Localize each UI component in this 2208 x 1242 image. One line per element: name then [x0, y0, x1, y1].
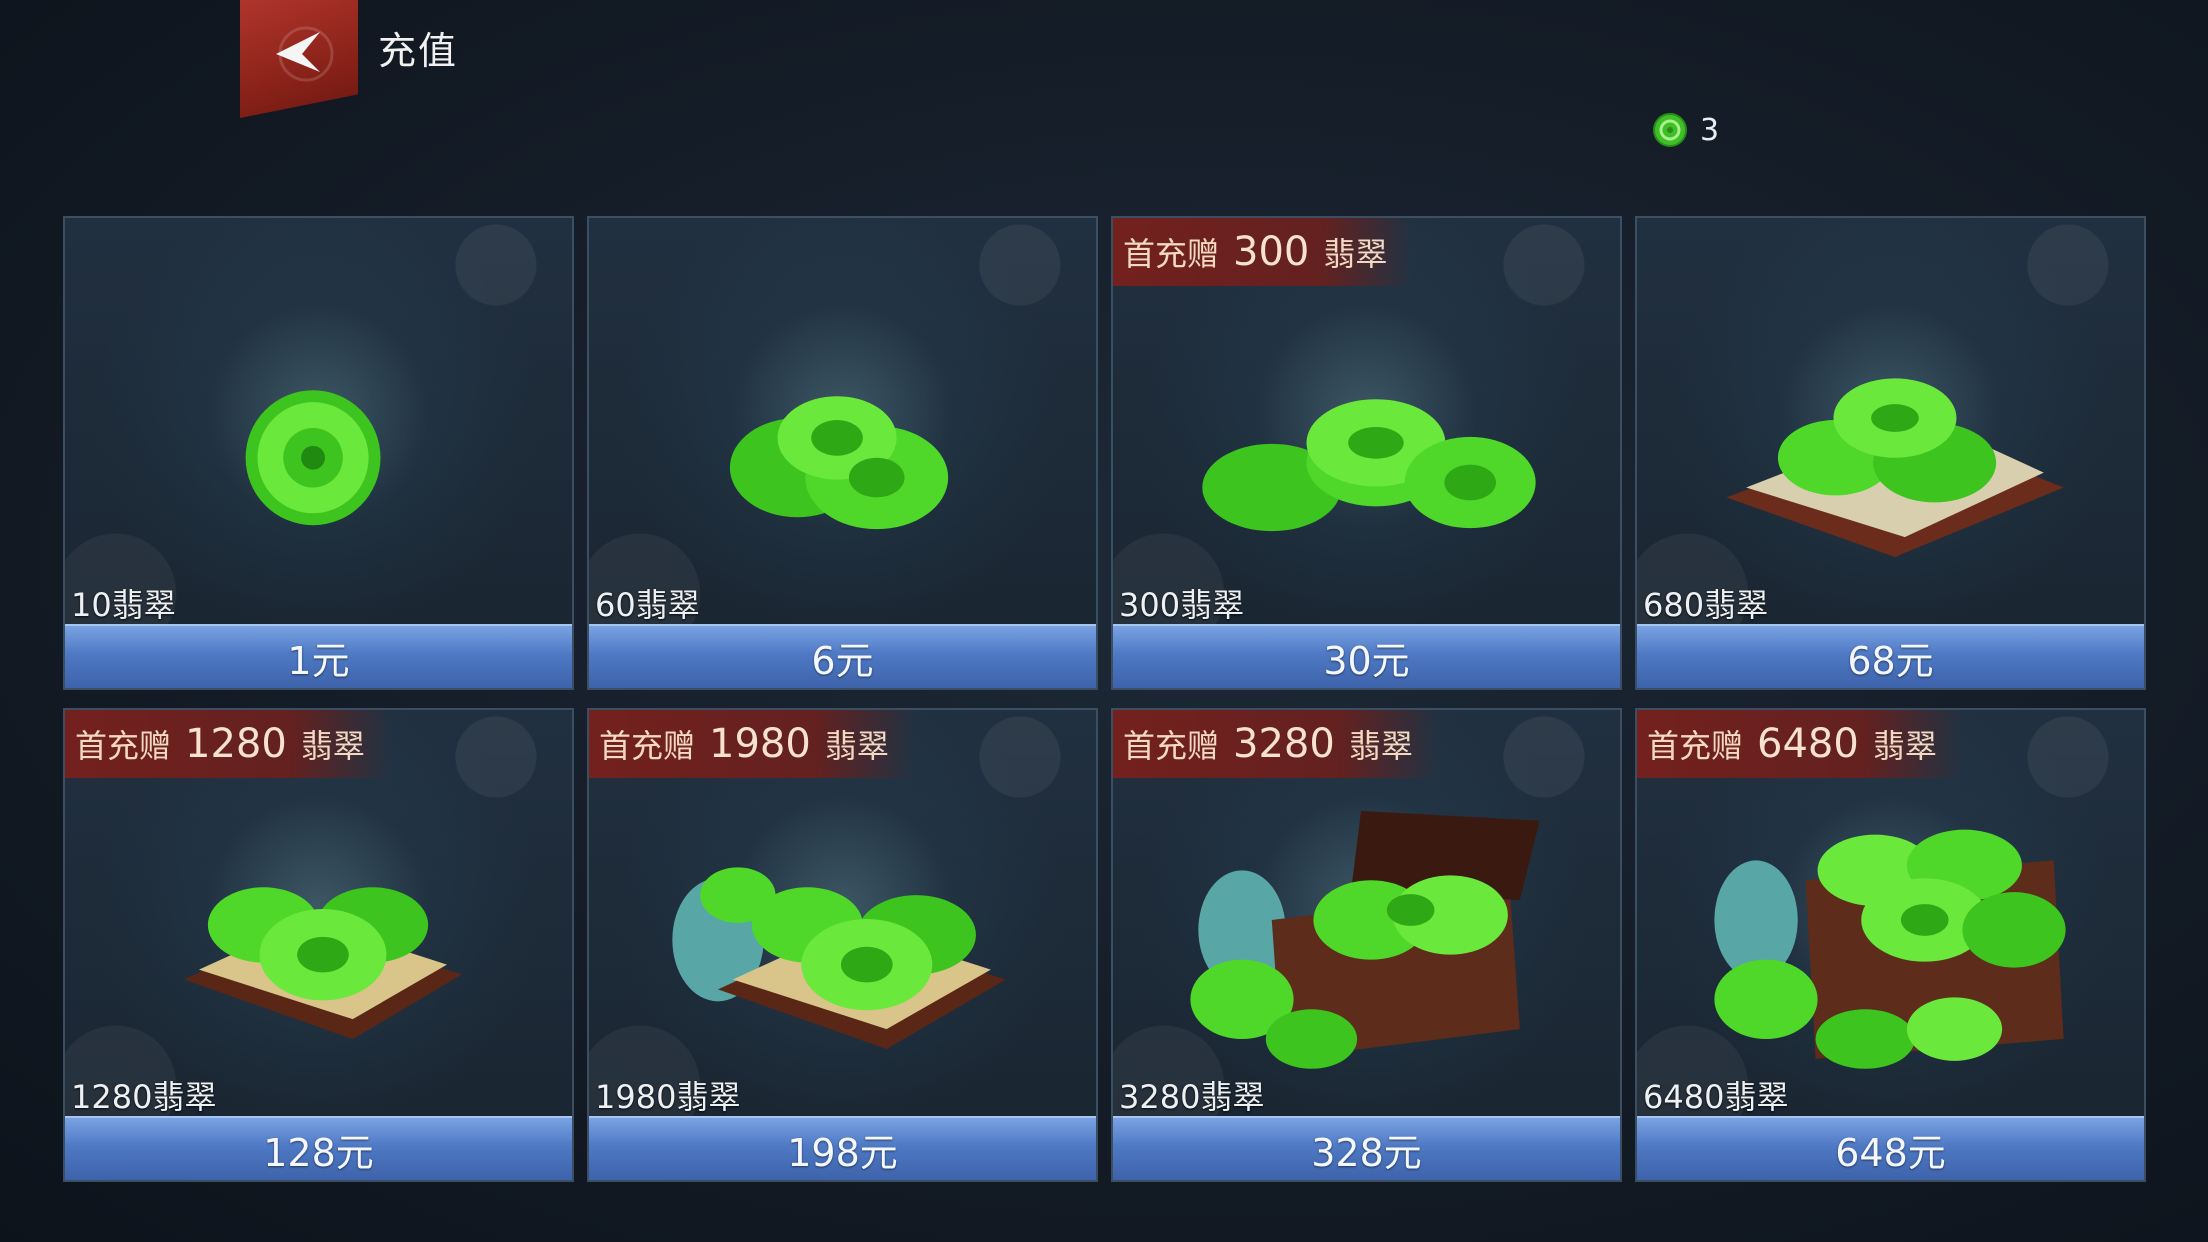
buy-button[interactable]: 198元 [589, 1116, 1096, 1180]
single-jade-coin-illustration [245, 390, 381, 526]
jade-coins-on-cloth-tray-illustration [1726, 378, 2064, 557]
recharge-package-card[interactable]: 首充赠 6480 翡翠 6480翡翠 648元 [1635, 708, 2146, 1182]
jade-coins-table-and-bag-illustration [672, 867, 1006, 1049]
package-quantity: 10翡翠 [71, 586, 176, 624]
recharge-package-card[interactable]: 首充赠 300 翡翠 300翡翠 30元 [1111, 216, 1622, 690]
package-quantity: 680翡翠 [1643, 586, 1769, 624]
currency-display: 3 [1652, 110, 1719, 150]
bonus-amount: 300 [1233, 229, 1310, 275]
bonus-prefix: 首充赠 [75, 727, 172, 765]
first-recharge-bonus-badge: 首充赠 1280 翡翠 [65, 710, 391, 778]
bonus-prefix: 首充赠 [1647, 727, 1744, 765]
recharge-package-card[interactable]: 首充赠 1980 翡翠 1980翡翠 198元 [587, 708, 1098, 1182]
bonus-suffix: 翡翠 [300, 727, 365, 765]
buy-button[interactable]: 1元 [65, 624, 572, 688]
bonus-prefix: 首充赠 [1123, 235, 1220, 273]
buy-button[interactable]: 68元 [1637, 624, 2144, 688]
recharge-grid: 10翡翠 1元 60翡翠 6元 首充赠 300 翡翠 300翡翠 30元 680… [63, 216, 2146, 1182]
back-arrow-icon [276, 26, 334, 82]
jade-coins-on-wood-tray-illustration [184, 887, 462, 1040]
bonus-amount: 3280 [1233, 721, 1335, 767]
bonus-suffix: 翡翠 [1872, 727, 1937, 765]
jade-coins-large-chest-illustration [1714, 829, 2066, 1069]
buy-button[interactable]: 6元 [589, 624, 1096, 688]
bonus-amount: 1280 [185, 721, 287, 767]
bonus-suffix: 翡翠 [824, 727, 889, 765]
buy-button[interactable]: 328元 [1113, 1116, 1620, 1180]
recharge-package-card[interactable]: 680翡翠 68元 [1635, 216, 2146, 690]
bonus-suffix: 翡翠 [1348, 727, 1413, 765]
first-recharge-bonus-badge: 首充赠 1980 翡翠 [589, 710, 915, 778]
recharge-package-card[interactable]: 10翡翠 1元 [63, 216, 574, 690]
package-quantity: 300翡翠 [1119, 586, 1245, 624]
recharge-package-card[interactable]: 首充赠 3280 翡翠 3280翡翠 328元 [1111, 708, 1622, 1182]
bonus-prefix: 首充赠 [599, 727, 696, 765]
package-quantity: 60翡翠 [595, 586, 700, 624]
jade-coin-pile-small-illustration [729, 396, 949, 530]
jade-coin-icon [245, 390, 381, 526]
jade-coins-chest-illustration [1190, 810, 1540, 1069]
jade-coin-stacks-illustration [1202, 399, 1536, 532]
bonus-amount: 1980 [709, 721, 811, 767]
package-quantity: 1280翡翠 [71, 1078, 217, 1116]
buy-button[interactable]: 30元 [1113, 624, 1620, 688]
buy-button[interactable]: 648元 [1637, 1116, 2144, 1180]
page-title: 充值 [378, 29, 459, 73]
back-button[interactable] [240, 0, 358, 118]
bonus-suffix: 翡翠 [1323, 235, 1388, 273]
currency-amount: 3 [1700, 112, 1720, 148]
first-recharge-bonus-badge: 首充赠 6480 翡翠 [1637, 710, 1963, 778]
package-quantity: 1980翡翠 [595, 1078, 741, 1116]
first-recharge-bonus-badge: 首充赠 300 翡翠 [1113, 218, 1414, 286]
bonus-amount: 6480 [1757, 721, 1859, 767]
jade-coin-icon [1653, 113, 1687, 147]
recharge-package-card[interactable]: 首充赠 1280 翡翠 1280翡翠 128元 [63, 708, 574, 1182]
package-quantity: 3280翡翠 [1119, 1078, 1265, 1116]
bonus-prefix: 首充赠 [1123, 727, 1220, 765]
recharge-package-card[interactable]: 60翡翠 6元 [587, 216, 1098, 690]
first-recharge-bonus-badge: 首充赠 3280 翡翠 [1113, 710, 1439, 778]
buy-button[interactable]: 128元 [65, 1116, 572, 1180]
package-quantity: 6480翡翠 [1643, 1078, 1789, 1116]
